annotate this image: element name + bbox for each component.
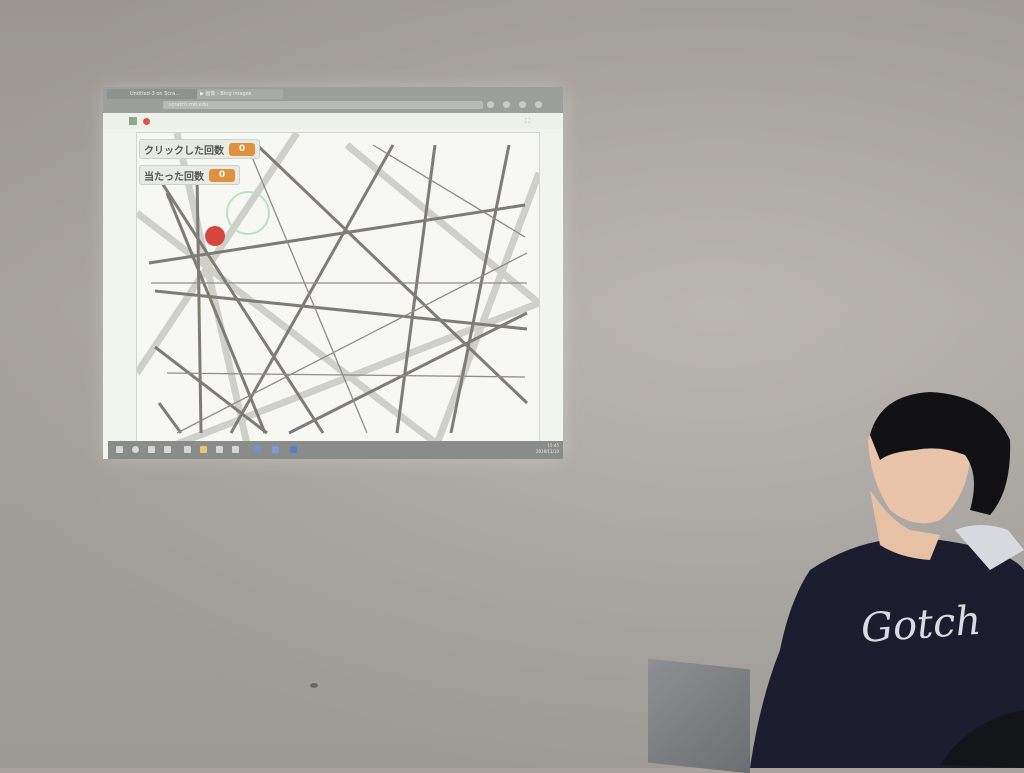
laptop-lid	[648, 658, 750, 773]
start-icon[interactable]	[116, 446, 123, 453]
browser-tab-bing[interactable]: ▶ 画像 - Bing images	[197, 89, 283, 99]
windows-taskbar: 15:45 2019/11/10	[108, 441, 563, 459]
folder-icon[interactable]	[200, 446, 207, 453]
edge-icon[interactable]	[254, 446, 261, 453]
foreground-line	[195, 172, 203, 434]
hub-icon[interactable]	[503, 101, 510, 108]
clock-date: 2019/11/10	[535, 449, 559, 454]
store-icon[interactable]	[184, 446, 191, 453]
taskbar-clock[interactable]: 15:45 2019/11/10	[536, 443, 559, 455]
cortana-icon[interactable]	[148, 446, 155, 453]
presenter-figure: Gotch	[750, 392, 1024, 768]
fullscreen-icon[interactable]: ⛶	[525, 117, 530, 126]
browser-icon[interactable]	[272, 446, 279, 453]
search-icon[interactable]	[132, 446, 139, 453]
target-ring[interactable]	[226, 191, 270, 235]
foreground-line	[449, 144, 511, 434]
shield-icon[interactable]	[290, 446, 297, 453]
projected-screen: Untitled-3 on Scra... ▶ 画像 - Bing images…	[103, 87, 563, 459]
app-icon[interactable]	[232, 446, 239, 453]
background-line	[137, 210, 440, 444]
thin-line	[372, 144, 526, 238]
address-bar[interactable]: scratch.mit.edu	[163, 101, 483, 109]
task-view-icon[interactable]	[164, 446, 171, 453]
browser-tab-scratch[interactable]: Untitled-3 on Scra...	[127, 89, 199, 99]
green-flag-icon[interactable]	[129, 117, 137, 125]
browser-chrome: Untitled-3 on Scra... ▶ 画像 - Bing images…	[103, 87, 563, 113]
favorite-icon[interactable]	[487, 101, 494, 108]
stop-icon[interactable]	[143, 118, 150, 125]
click-count-label: クリックした回数	[144, 145, 224, 157]
hit-count-monitor: 当たった回数 0	[139, 165, 240, 185]
foreground-line	[157, 402, 183, 434]
shirt-logo: Gotch	[859, 598, 982, 652]
red-ball[interactable]	[205, 226, 225, 246]
background-line	[344, 142, 539, 306]
hit-count-value: 0	[209, 168, 235, 182]
browser-tab-1[interactable]	[107, 89, 129, 99]
notes-icon[interactable]	[519, 101, 526, 108]
mail-icon[interactable]	[216, 446, 223, 453]
share-icon[interactable]	[535, 101, 542, 108]
click-count-monitor: クリックした回数 0	[139, 139, 260, 159]
game-stage[interactable]: クリックした回数 0 当たった回数 0	[136, 132, 540, 445]
hit-count-label: 当たった回数	[144, 171, 204, 183]
click-count-value: 0	[229, 142, 255, 156]
scratch-player-bar: ⛶	[103, 113, 563, 129]
url-text: scratch.mit.edu	[169, 102, 209, 108]
wall-mark	[310, 683, 318, 688]
